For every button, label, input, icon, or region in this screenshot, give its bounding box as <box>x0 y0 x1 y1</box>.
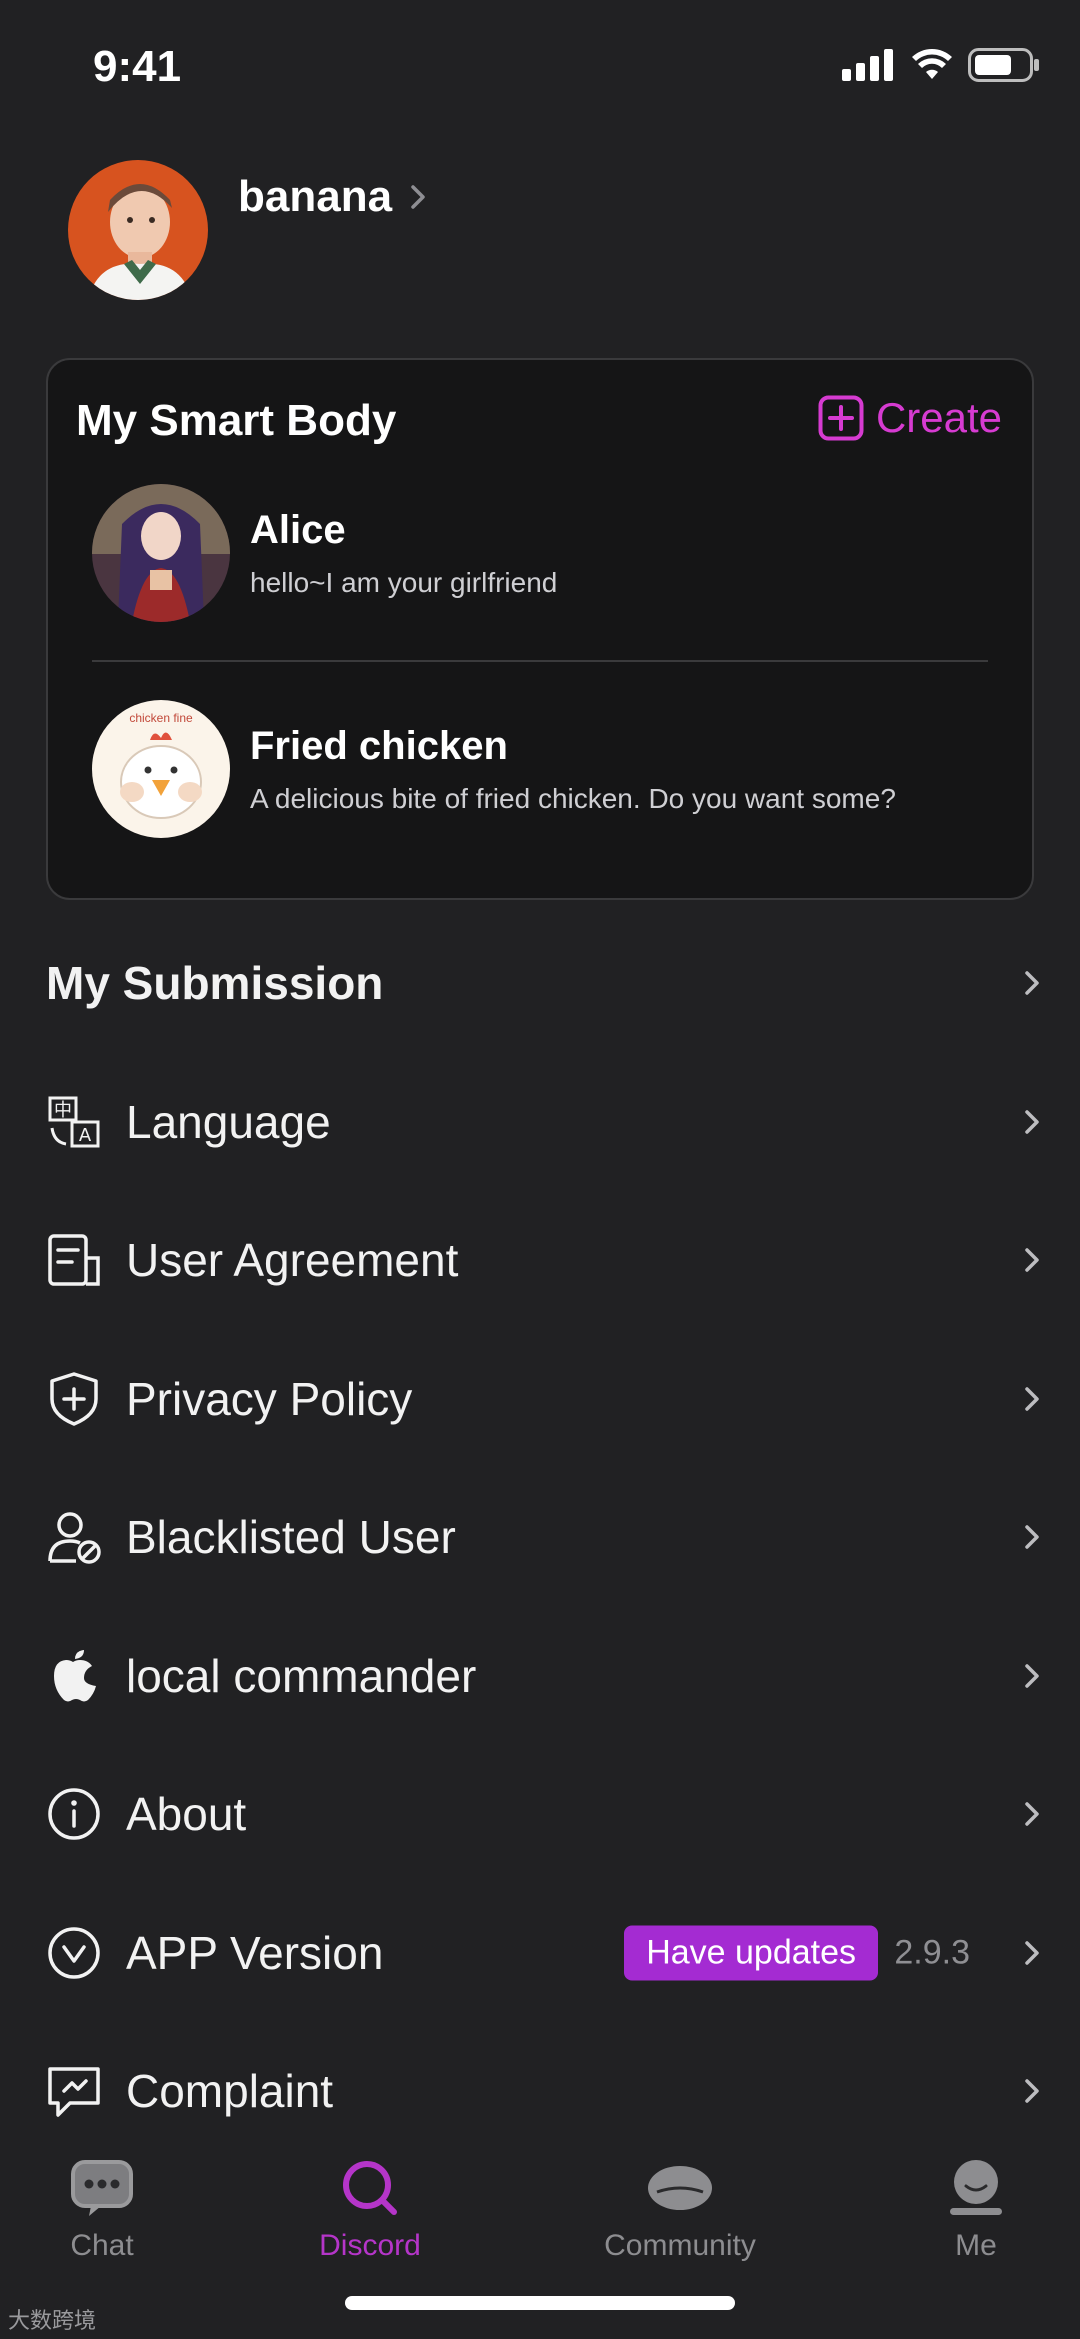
svg-text:A: A <box>79 1125 92 1146</box>
apple-icon <box>46 1648 102 1704</box>
status-icons <box>842 48 1040 82</box>
info-icon <box>46 1786 102 1842</box>
battery-icon <box>968 48 1039 82</box>
create-label: Create <box>875 394 1002 441</box>
user-block-icon <box>46 1509 102 1565</box>
menu-item-language[interactable]: 中 A Language <box>0 1053 1080 1192</box>
chevron-right-icon <box>1025 1941 1039 1965</box>
discover-search-icon <box>343 2161 397 2215</box>
tab-label: Chat <box>70 2229 134 2262</box>
version-number: 2.9.3 <box>894 1933 970 1972</box>
tab-label: Discord <box>319 2229 421 2262</box>
chicken-avatar-caption: chicken fine <box>129 711 193 725</box>
menu-label: Blacklisted User <box>126 1511 456 1564</box>
menu-item-privacy-policy[interactable]: Privacy Policy <box>0 1330 1080 1469</box>
document-icon <box>46 1232 102 1288</box>
menu-label: Language <box>126 1095 331 1148</box>
menu-label: Privacy Policy <box>126 1372 413 1425</box>
chevron-right-icon <box>411 185 425 209</box>
menu-item-local-commander[interactable]: local commander <box>0 1607 1080 1746</box>
agent-avatar: chicken fine <box>92 700 230 838</box>
create-button[interactable]: Create <box>818 394 1002 442</box>
agent-avatar <box>92 484 230 622</box>
chevron-right-icon <box>1025 1802 1039 1826</box>
card-title: My Smart Body <box>76 396 397 445</box>
menu-label: APP Version <box>126 1926 384 1979</box>
chevron-right-icon <box>1025 1664 1039 1688</box>
menu-item-app-version[interactable]: APP Version Have updates 2.9.3 <box>0 1884 1080 2023</box>
profile-header[interactable]: banana <box>68 160 426 300</box>
avatar[interactable] <box>68 160 208 300</box>
chevron-right-icon <box>1025 1110 1039 1134</box>
profile-name-row[interactable]: banana <box>238 172 426 222</box>
language-icon: 中 A <box>46 1094 102 1150</box>
wifi-icon <box>912 49 952 79</box>
menu-label: Complaint <box>126 2065 334 2118</box>
menu-label: My Submission <box>46 957 384 1010</box>
menu-label: User Agreement <box>126 1234 459 1287</box>
updates-badge[interactable]: Have updates <box>624 1925 878 1981</box>
community-icon <box>648 2166 712 2210</box>
tab-community[interactable]: Community <box>580 2158 780 2263</box>
chevron-right-icon <box>1025 971 1039 995</box>
agent-desc: hello~I am your girlfriend <box>250 566 558 598</box>
chevron-right-icon <box>1025 1387 1039 1411</box>
tab-label: Community <box>604 2229 756 2262</box>
chat-bubble-icon <box>71 2160 133 2216</box>
signal-icon <box>842 49 893 81</box>
status-bar: 9:41 <box>0 0 1080 130</box>
watermark: 大数跨境 <box>8 2308 97 2333</box>
tab-label: Me <box>955 2229 997 2262</box>
menu-item-user-agreement[interactable]: User Agreement <box>0 1191 1080 1330</box>
complaint-icon <box>46 2063 102 2119</box>
svg-text:中: 中 <box>54 1100 72 1121</box>
chevron-right-icon <box>1025 1248 1039 1272</box>
menu-item-about[interactable]: About <box>0 1745 1080 1884</box>
agent-name: Fried chicken <box>250 723 508 768</box>
card-divider <box>92 660 988 662</box>
version-icon <box>46 1925 102 1981</box>
plus-square-icon <box>818 395 864 441</box>
profile-name: banana <box>238 172 393 221</box>
me-icon <box>950 2160 1002 2215</box>
tab-discord[interactable]: Discord <box>270 2158 470 2263</box>
chevron-right-icon <box>1025 2079 1039 2103</box>
tab-me[interactable]: Me <box>876 2158 1076 2263</box>
agent-item-alice[interactable]: Alice hello~I am your girlfriend <box>92 484 557 622</box>
status-time: 9:41 <box>93 42 182 91</box>
chevron-right-icon <box>1025 1525 1039 1549</box>
menu-label: About <box>126 1788 247 1841</box>
menu-item-blacklisted-user[interactable]: Blacklisted User <box>0 1468 1080 1607</box>
shield-icon <box>46 1371 102 1427</box>
agent-desc: A delicious bite of fried chicken. Do yo… <box>250 782 896 814</box>
home-indicator <box>345 2296 735 2310</box>
menu-label: local commander <box>126 1649 477 1702</box>
agent-item-fried-chicken[interactable]: chicken fine Fried chicken A delicious b… <box>92 700 896 838</box>
settings-menu: My Submission 中 A Language User Agreemen… <box>0 914 1080 2161</box>
tab-chat[interactable]: Chat <box>2 2158 202 2263</box>
smart-body-card: My Smart Body Create Alice hello~I am yo… <box>46 358 1034 900</box>
agent-name: Alice <box>250 507 346 552</box>
menu-item-my-submission[interactable]: My Submission <box>0 914 1080 1053</box>
